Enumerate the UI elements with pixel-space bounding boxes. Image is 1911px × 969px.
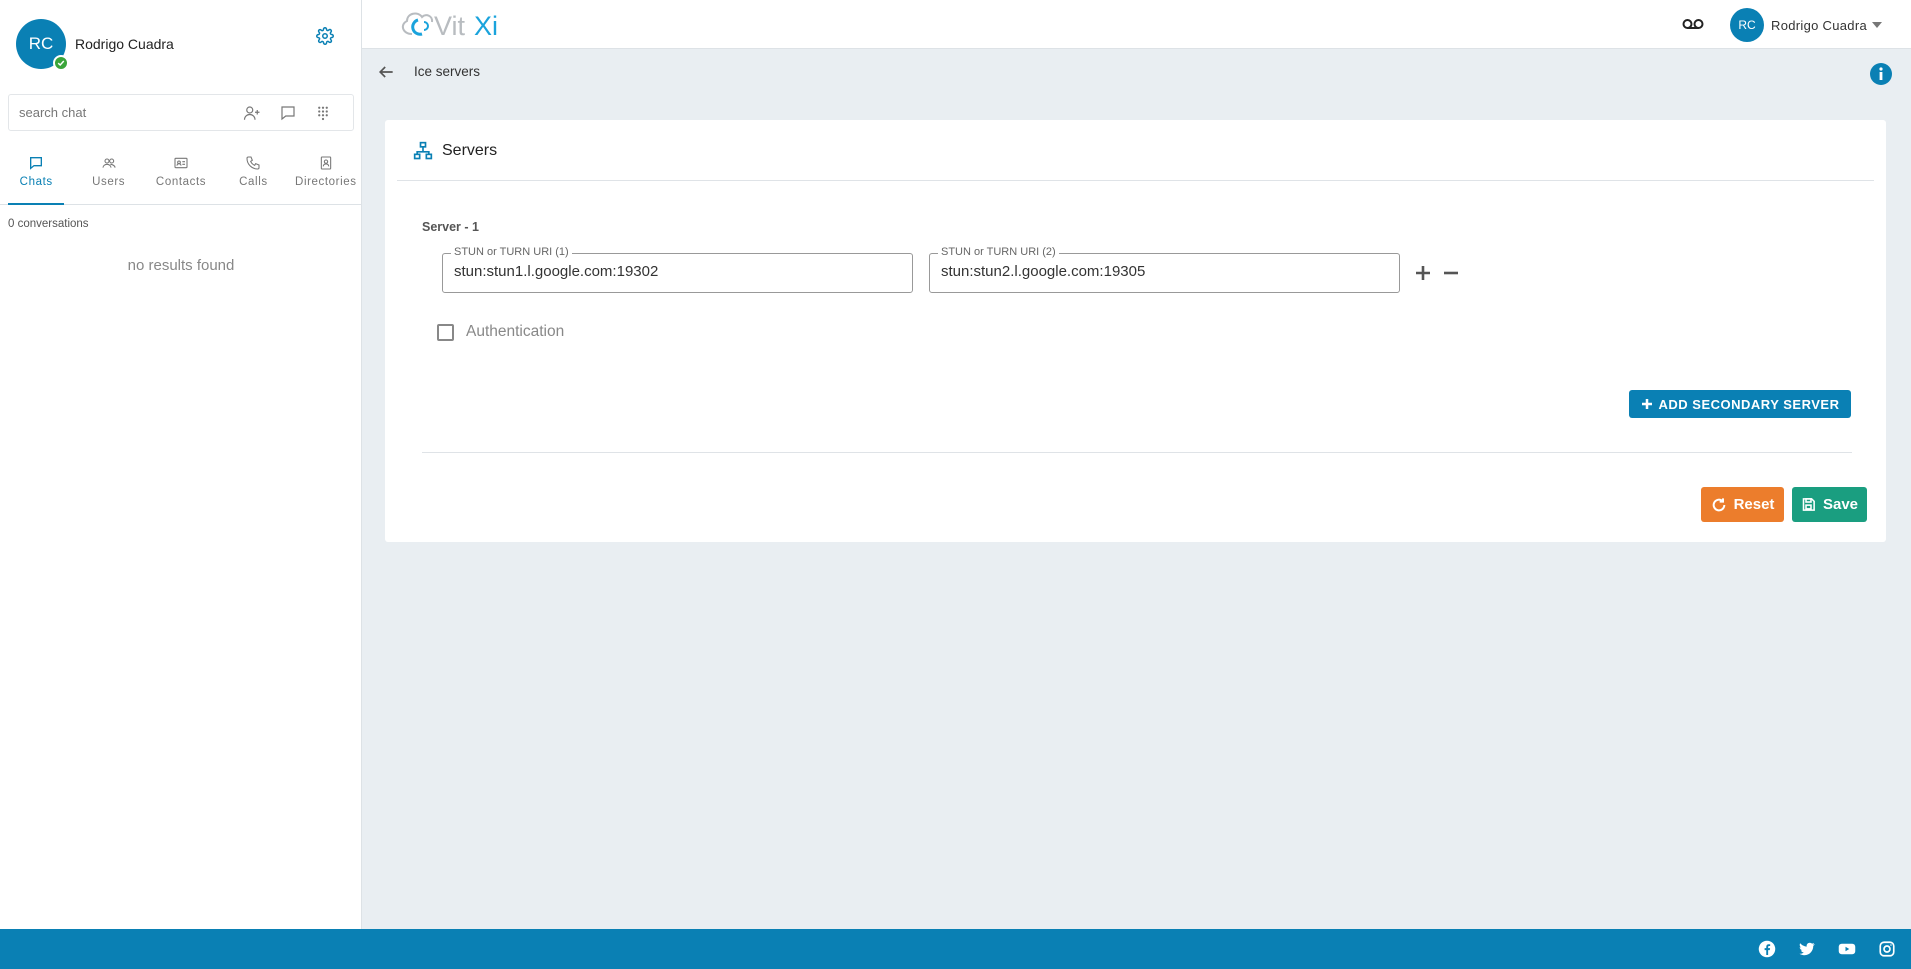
- reset-button[interactable]: Reset: [1701, 487, 1784, 522]
- users-icon: [102, 158, 116, 168]
- save-icon: [1802, 498, 1815, 511]
- instagram-icon[interactable]: [1878, 940, 1896, 958]
- search-box: [8, 94, 354, 131]
- sidebar: RC Rodrigo Cuadra Chats: [0, 0, 362, 929]
- sidebar-tabs: Chats Users Contacts Calls Directories: [0, 150, 362, 205]
- add-secondary-server-button[interactable]: ADD SECONDARY SERVER: [1629, 390, 1851, 418]
- uri-field-2: STUN or TURN URI (2): [929, 246, 1400, 293]
- profile-name: Rodrigo Cuadra: [75, 36, 174, 52]
- servers-card: Servers Server - 1 STUN or TURN URI (1) …: [385, 120, 1886, 542]
- user-menu[interactable]: RC Rodrigo Cuadra: [1730, 8, 1882, 42]
- profile: RC Rodrigo Cuadra: [16, 19, 174, 71]
- svg-text:Xi: Xi: [474, 11, 498, 41]
- chat-icon: [30, 157, 43, 170]
- page-title: Ice servers: [414, 64, 481, 79]
- authentication-checkbox[interactable]: [437, 324, 454, 341]
- conversation-count: 0 conversations: [8, 218, 89, 230]
- uri-input-2[interactable]: [941, 263, 1391, 280]
- tab-calls[interactable]: Calls: [217, 150, 289, 204]
- uri-field-2-label: STUN or TURN URI (2): [938, 246, 1059, 258]
- card-header: Servers: [397, 120, 1874, 181]
- save-label: Save: [1822, 496, 1859, 513]
- user-menu-name: Rodrigo Cuadra: [1771, 17, 1867, 33]
- save-button[interactable]: Save: [1792, 487, 1867, 522]
- card-title: Servers: [442, 142, 498, 159]
- add-uri-button[interactable]: [1413, 263, 1433, 283]
- network-icon: [413, 141, 433, 160]
- uri-field-1-label: STUN or TURN URI (1): [451, 246, 572, 258]
- uri-field-1: STUN or TURN URI (1): [442, 246, 913, 293]
- tab-users[interactable]: Users: [72, 150, 144, 204]
- avatar-initials: RC: [28, 34, 54, 53]
- gear-icon[interactable]: [316, 27, 334, 45]
- online-status-icon: [53, 55, 69, 71]
- add-user-icon[interactable]: [243, 104, 261, 122]
- directory-icon: [320, 156, 332, 170]
- new-chat-icon[interactable]: [279, 104, 297, 122]
- tab-directories[interactable]: Directories: [290, 150, 362, 204]
- tab-chats[interactable]: Chats: [0, 150, 72, 205]
- reset-icon: [1712, 497, 1725, 511]
- chevron-down-icon: [1871, 22, 1882, 28]
- avatar-initials: RC: [1738, 18, 1756, 32]
- add-secondary-server-label: ADD SECONDARY SERVER: [1658, 396, 1840, 412]
- empty-state-text: no results found: [127, 257, 235, 274]
- tab-label: Contacts: [155, 176, 207, 188]
- footer: [0, 929, 1911, 969]
- info-icon[interactable]: [1869, 62, 1893, 86]
- facebook-icon[interactable]: [1758, 940, 1776, 958]
- back-arrow-icon[interactable]: [376, 62, 396, 82]
- server-label: Server - 1: [422, 220, 479, 234]
- divider: [422, 452, 1852, 453]
- dialpad-icon[interactable]: [314, 104, 332, 122]
- phone-icon: [246, 156, 260, 170]
- contacts-icon: [174, 157, 188, 169]
- youtube-icon[interactable]: [1838, 940, 1856, 958]
- reset-label: Reset: [1733, 496, 1775, 513]
- tab-contacts[interactable]: Contacts: [145, 150, 217, 204]
- vitxi-logo: Vit Xi: [401, 11, 498, 41]
- voicemail-icon[interactable]: [1682, 16, 1704, 32]
- uri-input-1[interactable]: [454, 263, 904, 280]
- avatar: RC: [1730, 8, 1764, 42]
- twitter-icon[interactable]: [1798, 940, 1816, 958]
- tab-label: Directories: [295, 176, 357, 188]
- search-input[interactable]: [19, 95, 239, 130]
- plus-icon: [1641, 399, 1652, 409]
- remove-uri-button[interactable]: [1441, 263, 1461, 283]
- tab-label: Calls: [239, 176, 268, 188]
- topbar: Vit Xi RC Rodrigo Cuadra: [362, 0, 1911, 49]
- svg-text:Vit: Vit: [434, 11, 466, 41]
- tab-label: Chats: [19, 176, 53, 188]
- authentication-label: Authentication: [466, 323, 565, 340]
- avatar[interactable]: RC: [16, 19, 69, 71]
- tab-label: Users: [92, 176, 126, 188]
